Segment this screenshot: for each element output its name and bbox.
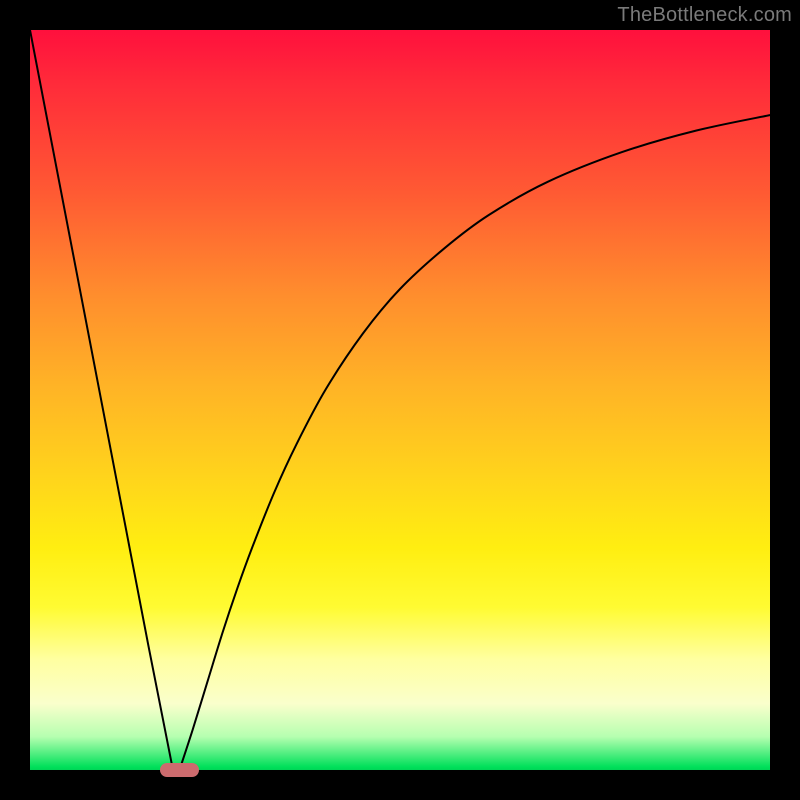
- watermark-text: TheBottleneck.com: [617, 4, 792, 27]
- bottleneck-marker: [160, 763, 200, 777]
- chart-frame: TheBottleneck.com: [0, 0, 800, 800]
- curve-right-rise: [179, 115, 770, 770]
- curve-layer: [30, 30, 770, 770]
- curve-left-descent: [30, 30, 179, 770]
